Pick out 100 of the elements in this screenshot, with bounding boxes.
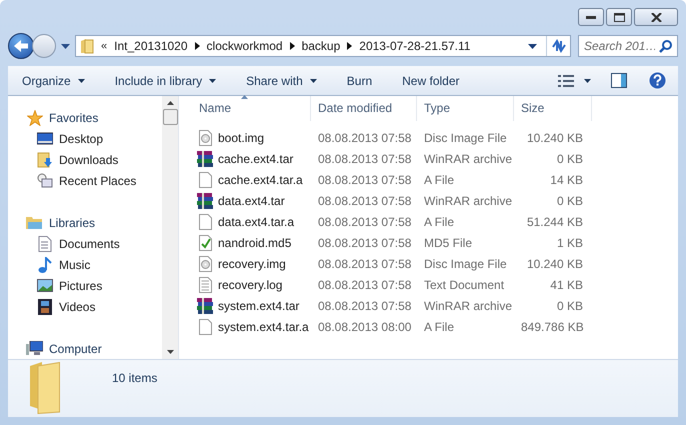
stacked-books-icon (197, 150, 213, 166)
breadcrumb-item[interactable]: Int_20131020 (114, 39, 188, 53)
date-cell-text: 08.08.2013 07:58 (317, 256, 412, 270)
scroll-thumb[interactable] (162, 109, 178, 125)
type-cell-text: A File (423, 214, 456, 228)
file-row[interactable]: data.ext4.tar.a 08.08.2013 07:58 A File 51.244 KB (192, 211, 678, 232)
blank-file-icon (198, 172, 212, 188)
toolbar-button[interactable]: Share with (238, 70, 325, 90)
search-icon (659, 40, 672, 53)
sidebar-item[interactable]: Recent Places (8, 170, 162, 191)
toolbar-button[interactable]: Organize (14, 70, 93, 90)
minimize-icon (586, 16, 596, 18)
maximize-button[interactable] (606, 8, 632, 26)
date-cell-text: 08.08.2013 07:58 (317, 298, 412, 312)
blank-file-icon (198, 318, 212, 334)
desktop-icon (36, 132, 52, 146)
size-cell-text: 0 KB (556, 298, 584, 312)
blank-file-icon (198, 214, 212, 230)
date-cell-text: 08.08.2013 07:58 (317, 194, 412, 208)
scroll-up-icon[interactable] (166, 101, 174, 105)
file-name: cache.ext4.tar (218, 152, 294, 166)
file-name: system.ext4.tar (218, 298, 300, 312)
column-header[interactable]: Size (514, 96, 592, 121)
toolbar-button[interactable]: Include in library (106, 70, 224, 90)
sidebar-item[interactable]: Videos (8, 296, 162, 317)
file-name: data.ext4.tar (218, 194, 285, 208)
file-row[interactable]: recovery.img 08.08.2013 07:58 Disc Image File 10.240 KB (192, 253, 678, 274)
file-row[interactable]: recovery.log 08.08.2013 07:58 Text Document 41 KB (192, 274, 678, 295)
sidebar-item[interactable]: Music (8, 254, 162, 275)
downloads-folder-icon (36, 152, 52, 168)
file-row[interactable]: nandroid.md5 08.08.2013 07:58 MD5 File 1 KB (192, 232, 678, 253)
text-file-icon (198, 276, 212, 292)
view-list-icon[interactable] (558, 74, 574, 86)
computer-icon (26, 341, 43, 356)
music-note-icon (38, 256, 52, 272)
size-cell-text: 849.786 KB (520, 320, 585, 334)
toolbar-button[interactable]: New folder (394, 70, 468, 90)
sidebar-item[interactable]: Documents (8, 233, 162, 254)
arrow-left-icon (13, 39, 29, 53)
type-cell-text: Disc Image File (423, 130, 508, 144)
type-cell-text: WinRAR archive (423, 298, 514, 312)
breadcrumb-arrow-icon[interactable] (347, 42, 352, 50)
scrollbar[interactable] (162, 96, 178, 359)
document-icon (38, 236, 52, 252)
toolbar-button[interactable]: Burn (338, 70, 380, 90)
file-row[interactable]: data.ext4.tar 08.08.2013 07:58 WinRAR archive 0 KB (192, 190, 678, 211)
size-cell-text: 0 KB (556, 194, 584, 208)
size-cell-text: 0 KB (556, 152, 584, 166)
column-header[interactable]: Type (417, 96, 514, 121)
file-name: recovery.log (218, 278, 282, 292)
file-row[interactable]: cache.ext4.tar.a 08.08.2013 07:58 A File 14 KB (192, 169, 678, 190)
folder-icon (80, 38, 94, 54)
close-button[interactable] (634, 8, 678, 26)
date-cell-text: 08.08.2013 07:58 (317, 152, 412, 166)
file-row[interactable]: cache.ext4.tar 08.08.2013 07:58 WinRAR archive 0 KB (192, 148, 678, 169)
close-icon (650, 12, 662, 22)
breadcrumb-arrow-icon[interactable] (290, 42, 295, 50)
sidebar-item[interactable]: Desktop (8, 128, 162, 149)
size-cell-text: 51.244 KB (526, 214, 584, 228)
caret-icon[interactable] (584, 78, 591, 82)
sidebar-item[interactable]: Downloads (8, 149, 162, 170)
scroll-down-icon[interactable] (166, 350, 174, 354)
date-cell-text: 08.08.2013 07:58 (317, 278, 412, 292)
preview-pane-icon[interactable] (611, 73, 627, 88)
stacked-books-icon (197, 298, 213, 314)
file-name: boot.img (218, 130, 264, 144)
overflow-chevron[interactable]: « (101, 40, 108, 52)
type-cell-text: WinRAR archive (423, 194, 514, 208)
dropdown-icon[interactable] (528, 44, 537, 48)
size-cell-text: 41 KB (549, 278, 584, 292)
size-cell-text: 10.240 KB (526, 130, 584, 144)
sidebar-item[interactable]: Pictures (8, 275, 162, 296)
sidebar-item[interactable]: Favorites (8, 107, 162, 128)
type-cell-text: MD5 File (423, 236, 474, 250)
date-cell-text: 08.08.2013 07:58 (317, 172, 412, 186)
help-icon[interactable] (649, 72, 666, 89)
type-cell-text: WinRAR archive (423, 152, 514, 166)
sidebar-item[interactable]: Libraries (8, 212, 162, 233)
breadcrumb-arrow-icon[interactable] (194, 42, 200, 50)
library-folder-icon (26, 215, 43, 230)
file-row[interactable]: system.ext4.tar 08.08.2013 07:58 WinRAR archive 0 KB (192, 295, 678, 316)
file-row[interactable]: boot.img 08.08.2013 07:58 Disc Image File 10.240 KB (192, 127, 678, 148)
file-row[interactable]: system.ext4.tar.a 08.08.2013 08:00 A File 849.786 KB (192, 316, 678, 337)
column-header[interactable]: Date modified (311, 96, 417, 121)
recent-places-icon (36, 172, 52, 188)
star-icon (26, 110, 42, 126)
column-header[interactable]: Name (192, 96, 311, 121)
size-cell-text: 10.240 KB (526, 256, 584, 270)
breadcrumb-item[interactable]: 2013-07-28-21.57.11 (359, 39, 470, 53)
minimize-button[interactable] (578, 8, 604, 26)
back-button[interactable] (8, 33, 34, 59)
file-name: system.ext4.tar.a (218, 320, 309, 334)
disc-image-file-icon (198, 130, 212, 146)
type-cell-text: Disc Image File (423, 256, 508, 270)
sidebar-item[interactable]: Computer (8, 338, 162, 359)
address-bar[interactable]: « Int_20131020 clockworkmod backup 2013-07-28-21.57.11 (75, 35, 571, 57)
breadcrumb-item[interactable]: backup (302, 39, 340, 53)
date-cell-text: 08.08.2013 07:58 (317, 130, 412, 144)
dropdown-icon[interactable] (61, 44, 70, 48)
breadcrumb-item[interactable]: clockworkmod (206, 39, 283, 53)
